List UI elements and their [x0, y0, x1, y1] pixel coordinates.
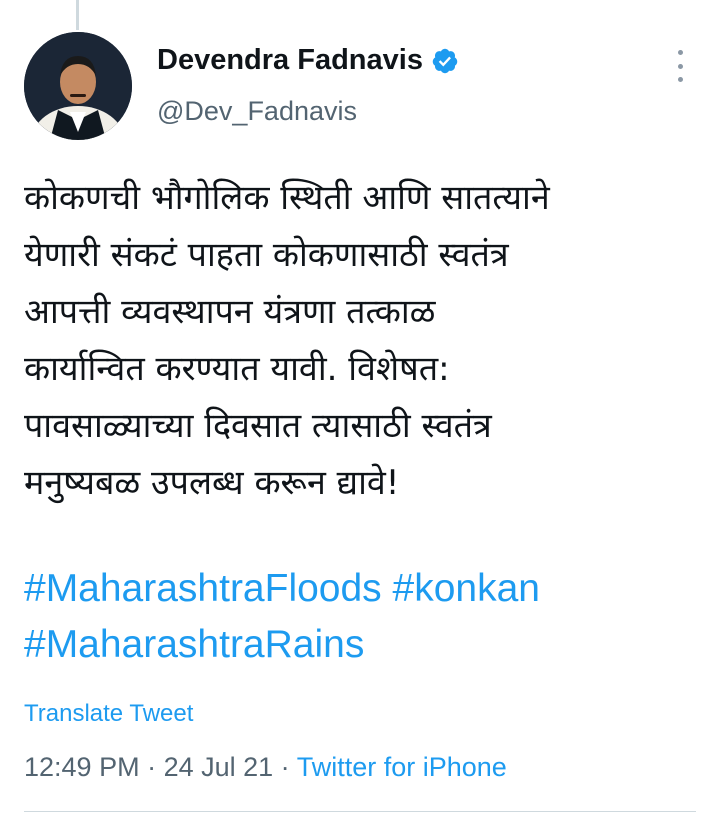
tweet-date: 24 Jul 21	[163, 752, 274, 782]
verified-badge-icon	[431, 47, 459, 75]
hashtag-block: #MaharashtraFloods #konkan #MaharashtraR…	[24, 561, 704, 673]
divider	[24, 811, 696, 812]
tweet-time: 12:49 PM	[24, 752, 140, 782]
tweet-line: कार्यान्वित करण्यात यावी. विशेषत:	[24, 349, 450, 389]
tweet-source-link[interactable]: Twitter for iPhone	[297, 752, 507, 782]
profile-photo	[24, 32, 132, 140]
hashtag-link[interactable]: #MaharashtraFloods	[24, 567, 382, 610]
tweet-line: पावसाळ्याच्या दिवसात त्यासाठी स्वतंत्र	[24, 406, 492, 446]
translate-tweet-link[interactable]: Translate Tweet	[24, 700, 193, 728]
author-handle[interactable]: @Dev_Fadnavis	[157, 96, 357, 127]
tweet-line: येणारी संकटं पाहता कोकणासाठी स्वतंत्र	[24, 235, 509, 275]
author-name[interactable]: Devendra Fadnavis	[157, 44, 423, 77]
tweet-metadata: 12:49 PM · 24 Jul 21 · Twitter for iPhon…	[24, 752, 507, 783]
more-options-icon[interactable]	[670, 50, 690, 82]
meta-separator: ·	[139, 752, 164, 782]
tweet-text: कोकणची भौगोलिक स्थिती आणि सातत्याने येणा…	[24, 170, 704, 512]
thread-connector-line	[76, 0, 79, 30]
tweet-line: कोकणची भौगोलिक स्थिती आणि सातत्याने	[24, 178, 550, 218]
avatar[interactable]	[24, 32, 132, 140]
meta-separator: ·	[273, 752, 297, 782]
tweet-line: मनुष्यबळ उपलब्ध करून द्यावे!	[24, 463, 400, 503]
hashtag-link[interactable]: #MaharashtraRains	[24, 623, 364, 666]
hashtag-link[interactable]: #konkan	[393, 567, 540, 610]
tweet-line: आपत्ती व्यवस्थापन यंत्रणा तत्काळ	[24, 292, 436, 332]
